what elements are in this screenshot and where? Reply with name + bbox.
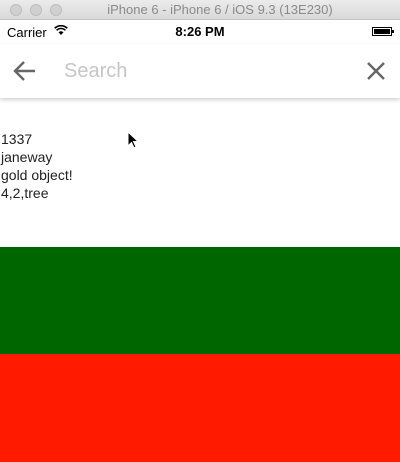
close-icon[interactable] [364,59,388,83]
simulator-title-bar: iPhone 6 - iPhone 6 / iOS 9.3 (13E230) [0,0,400,20]
status-time: 8:26 PM [175,24,225,39]
back-arrow-icon[interactable] [12,59,38,83]
result-line: janeway [1,149,53,165]
green-band [0,247,400,354]
search-input[interactable] [64,56,344,86]
result-line: gold object! [1,167,73,183]
mouse-cursor-icon [127,130,140,149]
status-bar: Carrier 8:26 PM [0,20,400,44]
results-list: 1337 janeway gold object! 4,2,tree [1,130,73,202]
search-toolbar [0,44,400,98]
window-title: iPhone 6 - iPhone 6 / iOS 9.3 (13E230) [107,2,333,17]
result-line: 4,2,tree [1,185,49,201]
battery-icon [372,27,394,36]
result-line: 1337 [1,131,33,147]
red-band [0,354,400,462]
